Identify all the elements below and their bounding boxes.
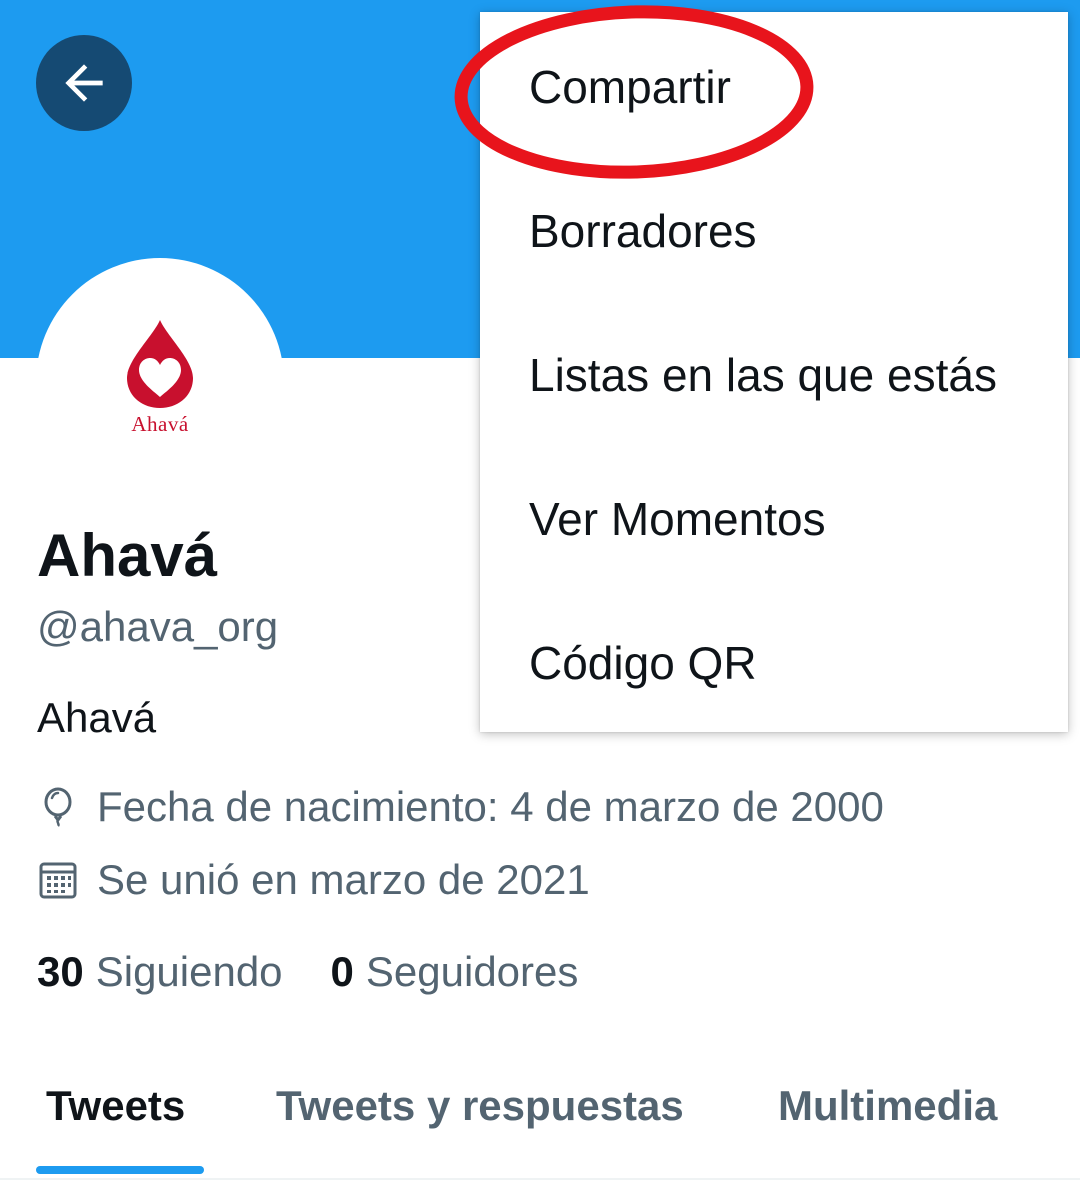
menu-item-moments[interactable]: Ver Momentos <box>529 492 826 546</box>
overflow-menu: Compartir Borradores Listas en las que e… <box>480 12 1068 732</box>
joined-row: Se unió en marzo de 2021 <box>37 856 590 904</box>
menu-item-qr-code[interactable]: Código QR <box>529 636 757 690</box>
profile-page: Ahavá Ahavá @ahava_org Ahavá Fecha de na… <box>0 0 1080 1199</box>
followers-count: 0 <box>330 948 354 995</box>
birth-date-row: Fecha de nacimiento: 4 de marzo de 2000 <box>37 783 884 831</box>
avatar[interactable]: Ahavá <box>36 258 284 506</box>
profile-handle: @ahava_org <box>37 603 279 650</box>
followers-label: Seguidores <box>365 948 579 995</box>
calendar-icon <box>37 859 79 901</box>
active-tab-indicator <box>36 1166 204 1174</box>
following-label: Siguiendo <box>95 948 283 995</box>
followers-link[interactable]: 0 Seguidores <box>331 948 579 996</box>
menu-item-share[interactable]: Compartir <box>529 60 731 114</box>
birth-date-text: Fecha de nacimiento: 4 de marzo de 2000 <box>97 783 884 830</box>
arrow-left-icon <box>65 64 103 102</box>
blood-drop-heart-logo <box>127 319 193 408</box>
tab-tweets[interactable]: Tweets <box>46 1082 185 1130</box>
following-link[interactable]: 30 Siguiendo <box>37 948 283 996</box>
menu-item-drafts[interactable]: Borradores <box>529 204 757 258</box>
profile-name: Ahavá <box>37 522 218 589</box>
profile-bio: Ahavá <box>37 694 157 741</box>
joined-text: Se unió en marzo de 2021 <box>97 856 590 903</box>
balloon-icon <box>37 786 79 828</box>
back-button[interactable] <box>36 35 132 131</box>
tab-media[interactable]: Multimedia <box>778 1082 997 1130</box>
menu-item-lists[interactable]: Listas en las que estás <box>529 348 997 402</box>
avatar-logo-text: Ahavá <box>131 411 189 436</box>
profile-tabs: Tweets Tweets y respuestas Multimedia <box>0 1070 1080 1180</box>
tab-tweets-and-replies[interactable]: Tweets y respuestas <box>276 1082 684 1130</box>
follow-counts: 30 Siguiendo 0 Seguidores <box>37 948 626 996</box>
following-count: 30 <box>37 948 84 995</box>
